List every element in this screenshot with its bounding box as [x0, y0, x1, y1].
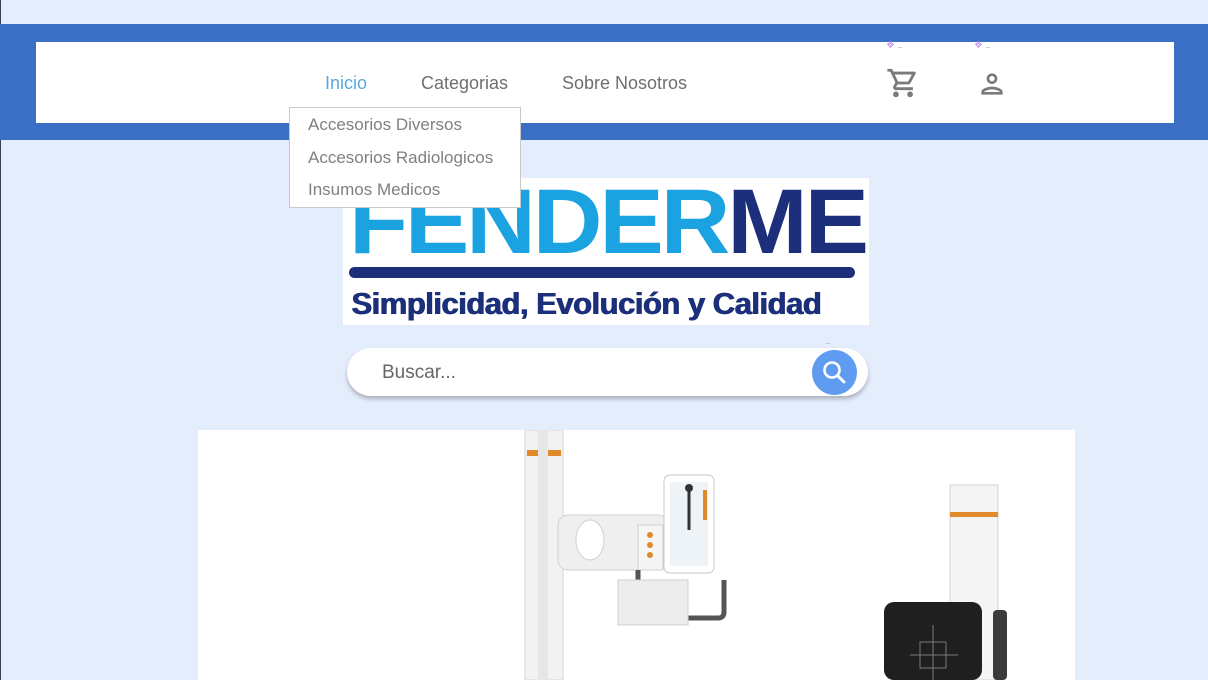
search-bar: [347, 348, 868, 396]
search-icon: [823, 361, 846, 384]
shopping-cart-icon[interactable]: [886, 66, 920, 100]
search-input[interactable]: [380, 358, 804, 388]
nav-link-sobre-nosotros[interactable]: Sobre Nosotros: [562, 73, 687, 94]
user-badge-decoration: ❖...: [974, 40, 990, 51]
dropdown-item-insumos-medicos[interactable]: Insumos Medicos: [308, 180, 440, 200]
logo-tagline: Simplicidad, Evolución y Calidad: [351, 286, 821, 321]
hero-banner: [198, 430, 1075, 680]
xray-equipment-image: [524, 430, 1007, 680]
search-badge-decoration: ...: [825, 336, 830, 346]
nav-link-inicio[interactable]: Inicio: [325, 73, 367, 94]
cart-badge-decoration: ❖...: [886, 40, 902, 51]
logo-word-med: MED: [727, 178, 869, 273]
search-button[interactable]: [812, 350, 857, 395]
dropdown-item-accesorios-radiologicos[interactable]: Accesorios Radiologicos: [308, 148, 493, 168]
dropdown-item-accesorios-diversos[interactable]: Accesorios Diversos: [308, 115, 462, 135]
categories-dropdown-menu: Accesorios Diversos Accesorios Radiologi…: [289, 107, 521, 208]
logo-underline-bar: [349, 267, 855, 278]
user-icon[interactable]: [976, 68, 1008, 100]
nav-link-categorias[interactable]: Categorias: [421, 73, 508, 94]
